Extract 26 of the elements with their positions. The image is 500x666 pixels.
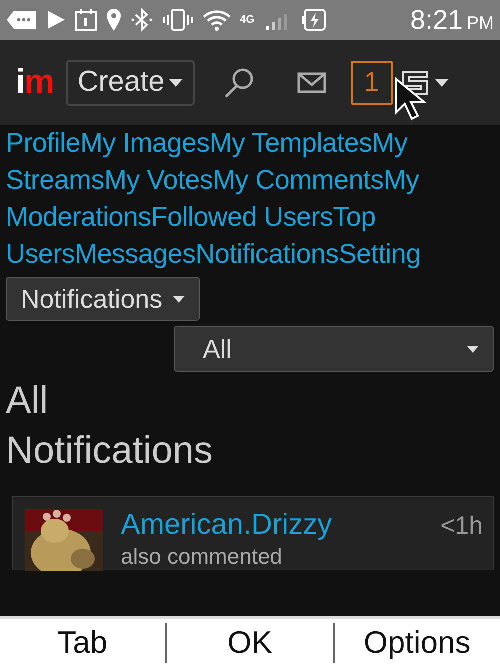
softkey-button[interactable]: Tab — [0, 622, 166, 662]
softkey-button[interactable]: OK — [165, 622, 333, 662]
create-button[interactable]: Create — [66, 60, 195, 106]
play-icon — [46, 9, 66, 31]
page-heading: All Notifications — [6, 379, 214, 474]
wifi-icon — [202, 8, 232, 32]
notification-count[interactable]: 1 — [350, 60, 393, 104]
calendar-icon — [74, 8, 98, 32]
nav-menu[interactable]: ProfileMy ImagesMy TemplatesMy StreamsMy VotesMy CommentsMy ModerationsFollowed UsersTop UsersMessagesNotificationsSetting — [6, 125, 500, 273]
battery-icon — [300, 7, 327, 33]
bluetooth-icon — [130, 8, 154, 32]
imgflip-logo[interactable]: im — [16, 63, 54, 102]
mail-icon[interactable] — [296, 72, 327, 94]
location-icon — [106, 8, 122, 32]
vibrate-icon — [162, 8, 194, 32]
clock-time: 8:21 PM — [410, 4, 494, 36]
filter-select[interactable]: All — [174, 326, 494, 372]
username-link[interactable]: American.Drizzy — [121, 509, 332, 542]
message-icon — [6, 9, 38, 31]
network-label: 4G — [240, 14, 255, 26]
softkey-button[interactable]: Options — [332, 622, 500, 662]
section-dropdown[interactable]: Notifications — [6, 277, 200, 321]
cursor-icon — [393, 77, 427, 123]
notification-card[interactable]: American.Drizzy <1h also commented — [12, 496, 494, 570]
notification-text: also commented — [121, 544, 284, 570]
time-ago: <1h — [440, 512, 483, 541]
